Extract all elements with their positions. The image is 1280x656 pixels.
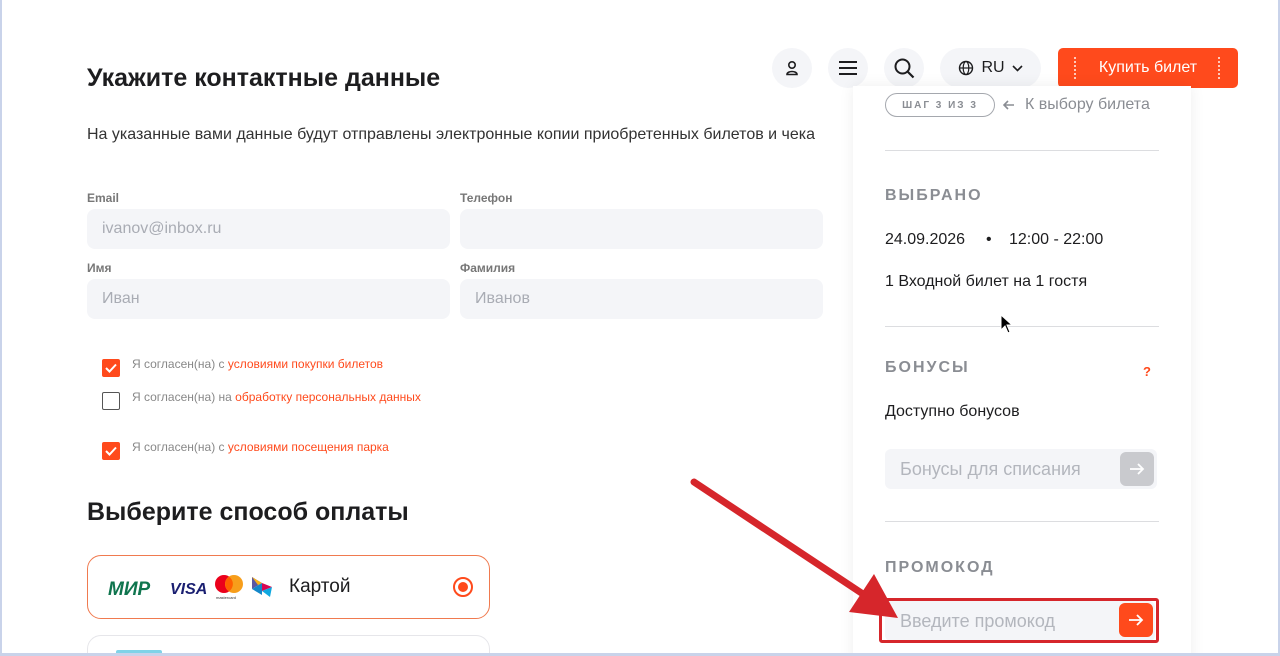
annotation-arrow	[690, 478, 898, 618]
mouse-cursor-icon	[1000, 314, 1014, 334]
